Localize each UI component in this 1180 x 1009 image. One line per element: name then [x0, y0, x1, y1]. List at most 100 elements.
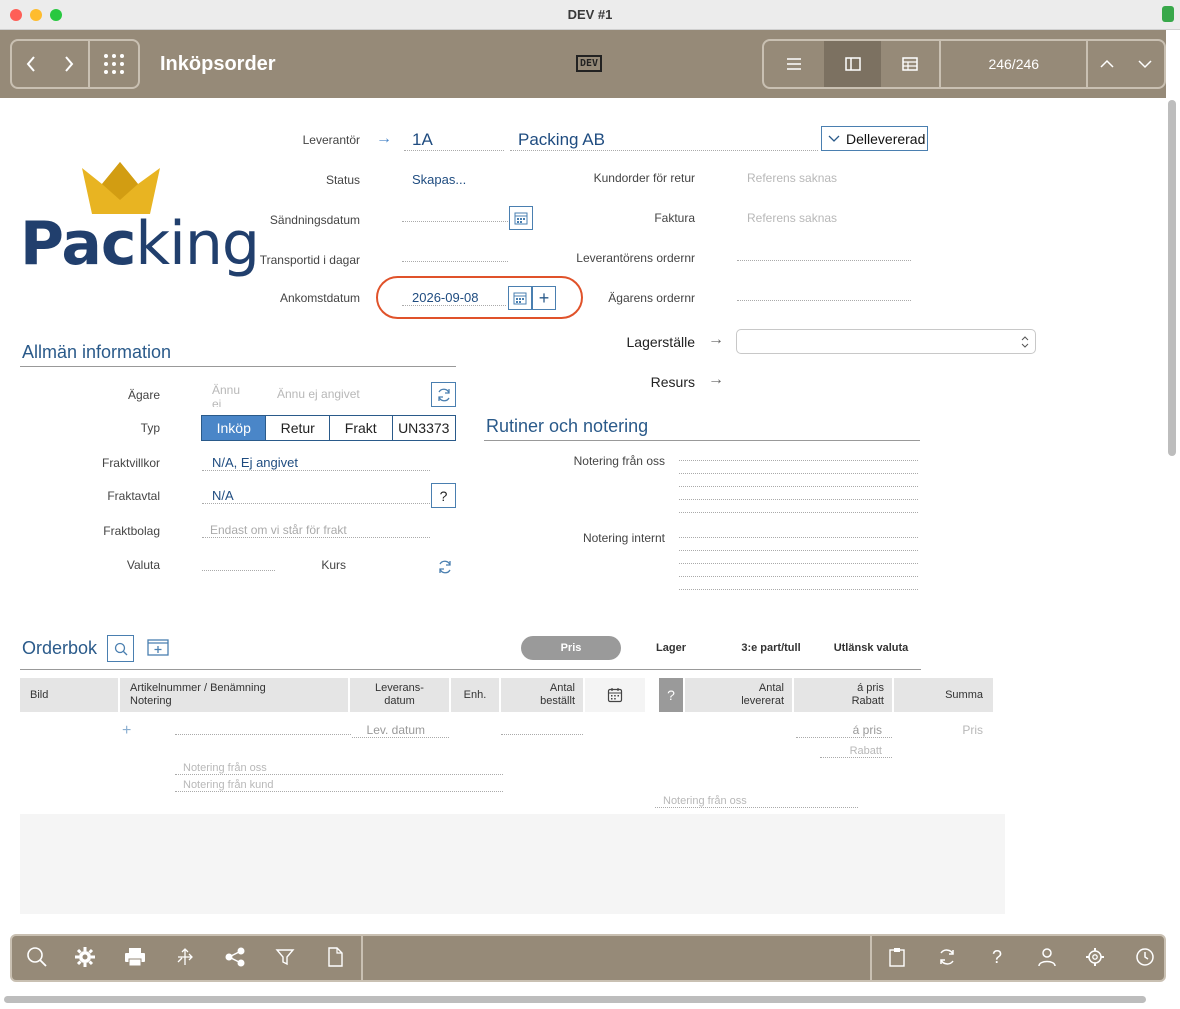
row-article-field[interactable]	[175, 722, 351, 735]
kundorder-placeholder[interactable]: Referens saknas	[747, 171, 837, 185]
list-view-button[interactable]	[764, 41, 824, 87]
row-notering-fran-oss-right[interactable]: Notering från oss	[655, 795, 858, 808]
ankomstdatum-field[interactable]: 2026-09-08	[402, 290, 506, 306]
history-button[interactable]	[1132, 944, 1158, 970]
col-antal-bestallt: Antal beställt	[501, 678, 583, 712]
row-notering-fran-oss[interactable]: Notering från oss	[175, 762, 503, 775]
user-icon	[1038, 948, 1056, 967]
agarens-ordernr-field[interactable]	[737, 286, 911, 301]
kurs-label: Kurs	[321, 558, 346, 572]
share-button[interactable]	[222, 944, 248, 970]
updown-chevron-icon	[1021, 335, 1029, 348]
calendar-icon	[607, 688, 623, 703]
tab-tredje-part[interactable]: 3:e part/tull	[730, 642, 812, 654]
transporttid-label: Transportid i dagar	[259, 253, 360, 267]
previous-record-button[interactable]	[1088, 41, 1126, 87]
notering-fran-oss-field[interactable]	[679, 446, 918, 513]
sandningsdatum-calendar-button[interactable]	[509, 206, 533, 230]
ankomstdatum-add-button[interactable]: +	[532, 286, 556, 310]
horizontal-scrollbar[interactable]	[4, 996, 1146, 1003]
help-button[interactable]: ?	[984, 944, 1010, 970]
question-icon: ?	[439, 487, 448, 504]
leverantor-arrow-icon[interactable]: →	[376, 130, 392, 148]
col-leveransdatum-line1: Leverans-	[375, 682, 424, 694]
search-icon	[114, 642, 127, 655]
row-antal-field[interactable]	[501, 722, 583, 735]
col-artikel-line2: Notering	[130, 695, 172, 707]
agare-short-placeholder[interactable]: Ännu ej	[212, 383, 248, 407]
sandningsdatum-label: Sändningsdatum	[269, 213, 360, 227]
col-leveransdatum: Leverans- datum	[350, 678, 449, 712]
sandningsdatum-field[interactable]	[402, 206, 508, 222]
leverantor-name[interactable]: Packing AB	[510, 130, 818, 151]
agare-refresh-button[interactable]	[431, 382, 456, 407]
tab-utlansk-valuta[interactable]: Utlänsk valuta	[828, 642, 914, 654]
col-leveransdatum-line2: datum	[384, 695, 415, 707]
orderbok-divider	[20, 669, 921, 670]
leverantor-code[interactable]: 1A	[404, 130, 504, 151]
document-icon	[328, 947, 343, 967]
add-window-icon	[147, 639, 169, 656]
row-add-icon[interactable]: +	[122, 722, 131, 740]
apps-grid-button[interactable]	[90, 41, 138, 87]
lagerstalle-select[interactable]	[736, 329, 1036, 354]
col-artikel-line1: Artikelnummer / Benämning	[130, 682, 266, 694]
agare-placeholder[interactable]: Ännu ej angivet	[277, 387, 360, 401]
next-record-button[interactable]	[1126, 41, 1164, 87]
clipboard-button[interactable]	[884, 944, 910, 970]
form-view-button[interactable]	[823, 41, 882, 87]
resurs-arrow-icon[interactable]: →	[708, 371, 724, 389]
faktura-placeholder[interactable]: Referens saknas	[747, 211, 837, 225]
record-counter: 246/246	[988, 56, 1040, 72]
sync-button[interactable]	[934, 944, 960, 970]
notering-internt-field[interactable]	[679, 523, 918, 590]
back-button[interactable]	[12, 41, 50, 87]
settings-button[interactable]	[72, 944, 98, 970]
resurs-label: Resurs	[650, 374, 695, 390]
tab-pris[interactable]: Pris	[521, 636, 621, 660]
user-button[interactable]	[1034, 944, 1060, 970]
row-rabatt[interactable]: Rabatt	[820, 745, 892, 758]
delivery-status-dropdown[interactable]: Dellevererad	[821, 126, 928, 151]
typ-option-retur[interactable]: Retur	[266, 416, 330, 440]
preferences-button[interactable]	[1082, 944, 1108, 970]
search-button[interactable]	[24, 944, 50, 970]
valuta-field[interactable]	[202, 556, 275, 571]
col-calendar-button[interactable]	[585, 678, 645, 712]
orderbok-add-row-button[interactable]	[147, 639, 169, 661]
fraktvillkor-value[interactable]: N/A, Ej angivet	[202, 455, 430, 471]
row-notering-fran-kund[interactable]: Notering från kund	[175, 779, 503, 792]
transporttid-field[interactable]	[402, 246, 508, 262]
fraktbolag-placeholder[interactable]: Endast om vi står för frakt	[202, 523, 430, 538]
export-button[interactable]	[172, 944, 198, 970]
row-a-pris[interactable]: á pris	[796, 723, 892, 738]
vertical-scrollbar[interactable]	[1168, 100, 1176, 456]
tab-lager[interactable]: Lager	[640, 642, 702, 654]
typ-option-frakt[interactable]: Frakt	[330, 416, 393, 440]
leverantorens-ordernr-field[interactable]	[737, 246, 911, 261]
ankomstdatum-calendar-button[interactable]	[508, 286, 532, 310]
filter-button[interactable]	[272, 944, 298, 970]
filter-icon	[275, 949, 295, 966]
bottom-separator-right	[870, 936, 872, 980]
forward-button[interactable]	[50, 41, 88, 87]
logo-text-pac: Pac	[20, 209, 136, 279]
lagerstalle-arrow-icon[interactable]: →	[708, 331, 724, 349]
row-lev-datum[interactable]: Lev. datum	[352, 723, 449, 738]
typ-segmented-control: Inköp Retur Frakt UN3373	[201, 415, 456, 441]
chevron-up-icon	[1100, 59, 1114, 68]
leverantor-label: Leverantör	[302, 133, 360, 147]
new-document-button[interactable]	[322, 944, 348, 970]
typ-option-un3373[interactable]: UN3373	[393, 416, 456, 440]
rutiner-divider	[484, 440, 920, 441]
typ-option-inkop[interactable]: Inköp	[202, 416, 267, 440]
print-button[interactable]	[122, 944, 148, 970]
orderbok-search-button[interactable]	[107, 635, 134, 662]
fraktavtal-help-button[interactable]: ?	[431, 483, 456, 508]
fraktavtal-value[interactable]: N/A	[202, 488, 430, 504]
col-antal-levererat-line1: Antal	[758, 682, 784, 694]
kurs-refresh-button[interactable]	[437, 559, 453, 580]
col-help-button[interactable]: ?	[659, 678, 683, 712]
table-view-button[interactable]	[881, 41, 939, 87]
dev-badge: DEV	[576, 55, 603, 72]
